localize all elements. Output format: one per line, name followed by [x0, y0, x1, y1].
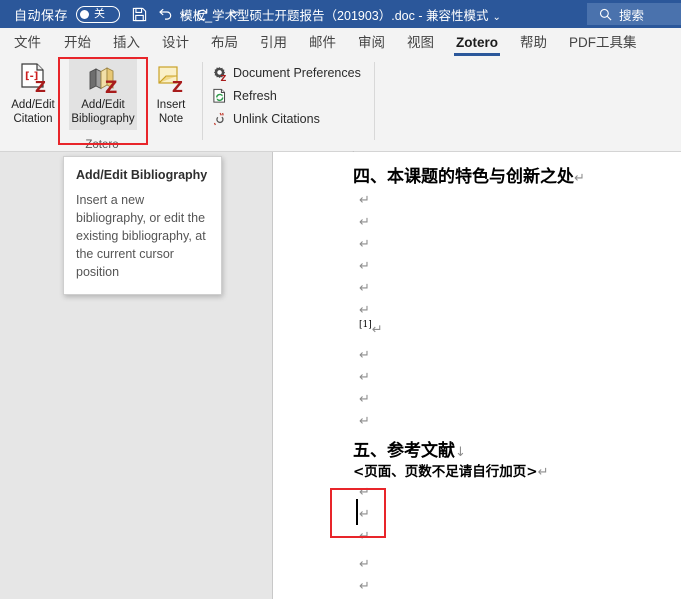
tab-design[interactable]: 设计	[151, 30, 200, 56]
search-input[interactable]: 搜索	[587, 3, 681, 25]
undo-icon[interactable]	[152, 2, 178, 26]
tooltip-body: Insert a new bibliography, or edit the e…	[76, 193, 206, 279]
heading-five-subtitle: <页面、页数不足请自行加页>↵	[353, 464, 549, 480]
ribbon-command-list: Z Document Preferences Refresh Unlink Ci…	[206, 61, 371, 130]
tooltip-add-edit-bibliography: Add/Edit Bibliography Insert a new bibli…	[63, 156, 222, 295]
customize-quick-access-icon[interactable]	[221, 2, 247, 26]
tab-view[interactable]: 视图	[396, 30, 445, 56]
paragraph-mark: ↵	[359, 237, 370, 252]
tab-pdf-tools[interactable]: PDF工具集	[558, 30, 648, 56]
refresh-label: Refresh	[233, 88, 277, 103]
add-edit-bibliography-button[interactable]: Z Add/Edit Bibliography	[69, 58, 137, 130]
add-edit-citation-label: Add/Edit Citation	[11, 99, 55, 125]
tab-mailings[interactable]: 邮件	[298, 30, 347, 56]
undo-dropdown-icon[interactable]	[178, 2, 189, 26]
unlink-citations-button[interactable]: Unlink Citations	[206, 107, 371, 130]
svg-text:Z: Z	[105, 78, 117, 95]
add-edit-bibliography-label: Add/Edit Bibliography	[71, 99, 135, 125]
add-edit-citation-icon: [-] Z	[18, 62, 49, 96]
insert-note-label: Insert Note	[156, 99, 186, 125]
title-bar: 自动保存 关 模板_学术型硕士开题报告（201903）.doc - 兼容性模式 …	[0, 0, 681, 28]
tab-home[interactable]: 开始	[53, 30, 102, 56]
paragraph-mark: ↵	[359, 557, 370, 572]
add-edit-citation-button[interactable]: [-] Z Add/Edit Citation	[3, 58, 63, 126]
tab-file[interactable]: 文件	[0, 30, 53, 56]
paragraph-mark: ↵	[359, 579, 370, 594]
ribbon-body: [-] Z Add/Edit Citation Z Add/Edit Bibli…	[0, 56, 681, 152]
tab-zotero[interactable]: Zotero	[445, 30, 509, 56]
paragraph-mark: ↵	[359, 392, 370, 407]
autosave-label: 自动保存	[14, 7, 69, 23]
tab-references[interactable]: 引用	[249, 30, 298, 56]
tab-help[interactable]: 帮助	[509, 30, 558, 56]
heading-four: 四、本课题的特色与创新之处↵	[353, 167, 585, 187]
autosave-toggle-state: 关	[94, 7, 106, 20]
insert-note-button[interactable]: Z Insert Note	[146, 58, 196, 126]
refresh-button[interactable]: Refresh	[206, 84, 371, 107]
ribbon-group-separator	[202, 62, 203, 140]
tooltip-title: Add/Edit Bibliography	[76, 168, 208, 182]
paragraph-mark: ↵	[359, 303, 370, 318]
paragraph-mark: ↵	[359, 281, 370, 296]
citation-marker[interactable]: [1]	[359, 320, 372, 330]
ribbon-group-zotero: [-] Z Add/Edit Citation Z Add/Edit Bibli…	[0, 56, 204, 152]
search-icon	[599, 8, 612, 21]
tab-review[interactable]: 审阅	[347, 30, 396, 56]
paragraph-mark: ↵	[359, 348, 370, 363]
unlink-citations-label: Unlink Citations	[233, 111, 320, 126]
ribbon-tab-strip: 文件 开始 插入 设计 布局 引用 邮件 审阅 视图 Zotero 帮助 PDF…	[0, 28, 681, 56]
svg-text:Z: Z	[35, 78, 46, 95]
svg-text:Z: Z	[220, 74, 226, 81]
refresh-icon	[210, 88, 230, 104]
redo-icon[interactable]	[189, 2, 215, 26]
paragraph-mark: ↵	[359, 215, 370, 230]
heading-five: 五、参考文献↓	[353, 441, 466, 461]
document-preferences-icon: Z	[210, 65, 230, 81]
save-icon[interactable]	[126, 2, 152, 26]
cursor-highlight-annotation	[330, 488, 386, 538]
svg-text:Z: Z	[172, 78, 183, 95]
autosave-toggle[interactable]: 关	[76, 5, 121, 23]
word-application-window: 自动保存 关 模板_学术型硕士开题报告（201903）.doc - 兼容性模式 …	[0, 0, 681, 599]
tab-insert[interactable]: 插入	[102, 30, 151, 56]
add-edit-bibliography-icon: Z	[87, 62, 120, 96]
paragraph-mark: ↵	[359, 370, 370, 385]
paragraph-mark: ↵	[359, 259, 370, 274]
document-preferences-label: Document Preferences	[233, 65, 361, 80]
ribbon-group-label: Zotero	[85, 139, 119, 151]
search-placeholder: 搜索	[619, 8, 645, 23]
title-chevron-down-icon[interactable]: ⌄	[493, 12, 501, 23]
citation-line[interactable]: [1]↵	[359, 320, 383, 338]
page-top-mark: ˙	[352, 150, 356, 162]
paragraph-mark: ↵	[359, 193, 370, 208]
autosave-toggle-knob	[80, 9, 90, 19]
document-preferences-button[interactable]: Z Document Preferences	[206, 61, 371, 84]
ribbon-group-separator-2	[374, 62, 375, 140]
insert-note-icon: Z	[156, 62, 186, 96]
unlink-citations-icon	[210, 111, 230, 127]
tab-layout[interactable]: 布局	[200, 30, 249, 56]
paragraph-mark: ↵	[359, 414, 370, 429]
